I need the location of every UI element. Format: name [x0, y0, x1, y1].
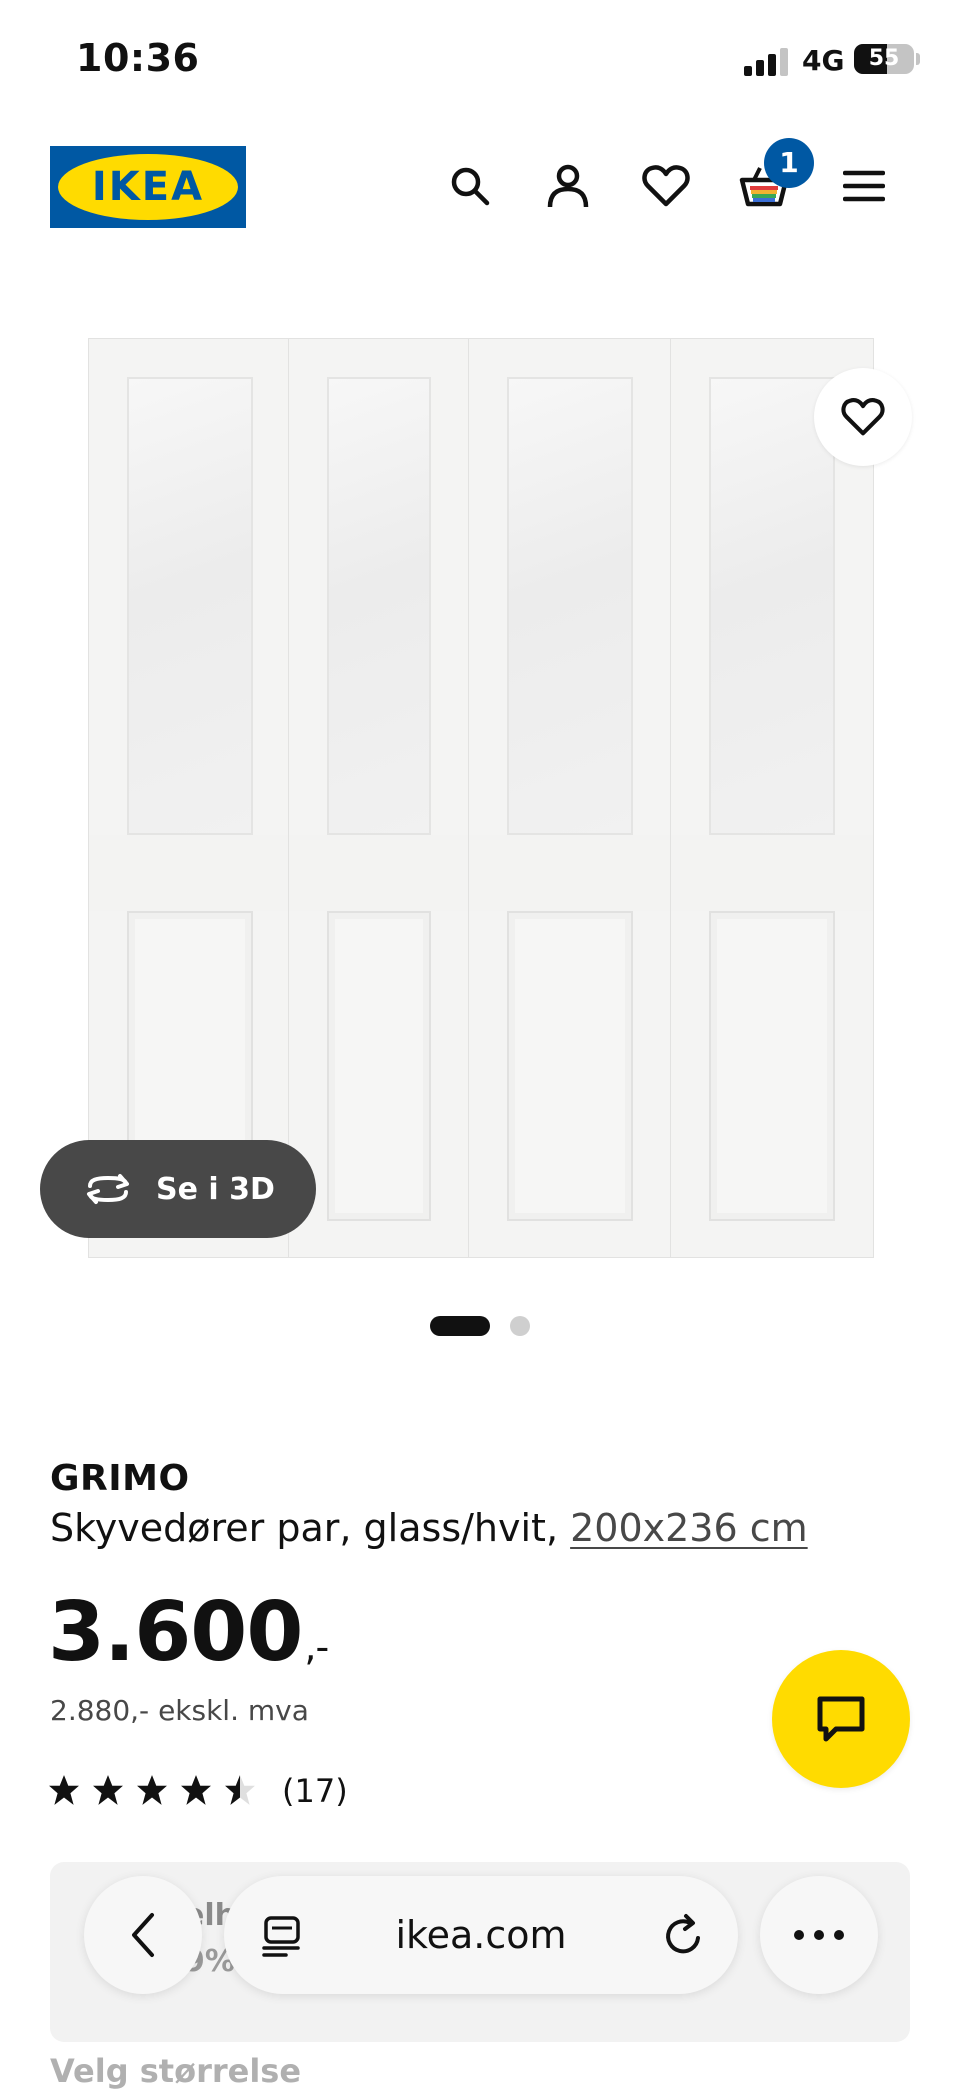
price-value: 3.600	[48, 1585, 303, 1680]
product-description: Skyvedører par, glass/hvit, 200x236 cm	[50, 1506, 808, 1550]
chat-button[interactable]	[772, 1650, 910, 1788]
door-panel	[468, 338, 672, 1258]
account-icon[interactable]	[538, 156, 598, 216]
rotate-3d-icon	[87, 1174, 129, 1204]
add-to-favourites-button[interactable]	[814, 368, 912, 466]
star-full-icon	[93, 1775, 123, 1805]
cart-count-badge: 1	[764, 138, 814, 188]
product-name: GRIMO	[50, 1458, 190, 1499]
chevron-left-icon	[132, 1913, 154, 1957]
browser-address-bar[interactable]: ikea.com	[224, 1876, 738, 1994]
star-full-icon	[137, 1775, 167, 1805]
view-in-3d-button[interactable]: Se i 3D	[40, 1140, 316, 1238]
reload-icon	[666, 1914, 700, 1954]
browser-more-button[interactable]	[760, 1876, 878, 1994]
battery-level: 55	[868, 46, 900, 71]
status-time: 10:36	[76, 36, 200, 80]
carousel-indicator[interactable]	[510, 1316, 530, 1336]
price-excluding-vat: 2.880,- ekskl. mva	[50, 1694, 309, 1727]
carousel-indicator-active[interactable]	[430, 1316, 490, 1336]
star-half-icon	[225, 1775, 255, 1805]
product-type: Skyvedører par, glass/hvit,	[50, 1506, 571, 1550]
door-panel	[288, 338, 470, 1258]
favourites-icon[interactable]	[636, 156, 696, 216]
choose-size-label: Velg størrelse	[50, 2052, 302, 2090]
product-image	[88, 338, 874, 1258]
star-full-icon	[49, 1775, 79, 1805]
review-count[interactable]: (17)	[282, 1772, 348, 1810]
browser-back-button[interactable]	[84, 1876, 202, 1994]
product-image-gallery[interactable]	[0, 300, 960, 1280]
cellular-signal-icon	[744, 46, 792, 76]
door-panel	[670, 338, 874, 1258]
view-in-3d-label: Se i 3D	[156, 1171, 275, 1207]
battery-icon: 55	[854, 44, 914, 74]
search-icon[interactable]	[440, 156, 500, 216]
heart-icon	[841, 398, 885, 436]
more-dots-icon	[794, 1930, 844, 1940]
ikea-logo[interactable]: IKEA	[50, 146, 246, 228]
logo-text: IKEA	[91, 164, 205, 210]
battery-cap	[916, 53, 920, 65]
rating-stars[interactable]	[48, 1774, 256, 1806]
product-price: 3.600,-	[48, 1585, 329, 1692]
product-size-link[interactable]: 200x236 cm	[570, 1506, 808, 1550]
menu-icon[interactable]	[834, 156, 894, 216]
network-type: 4G	[802, 44, 845, 77]
star-full-icon	[181, 1775, 211, 1805]
chat-icon	[817, 1696, 865, 1742]
price-suffix: ,-	[304, 1625, 329, 1669]
door-panel	[88, 338, 292, 1258]
